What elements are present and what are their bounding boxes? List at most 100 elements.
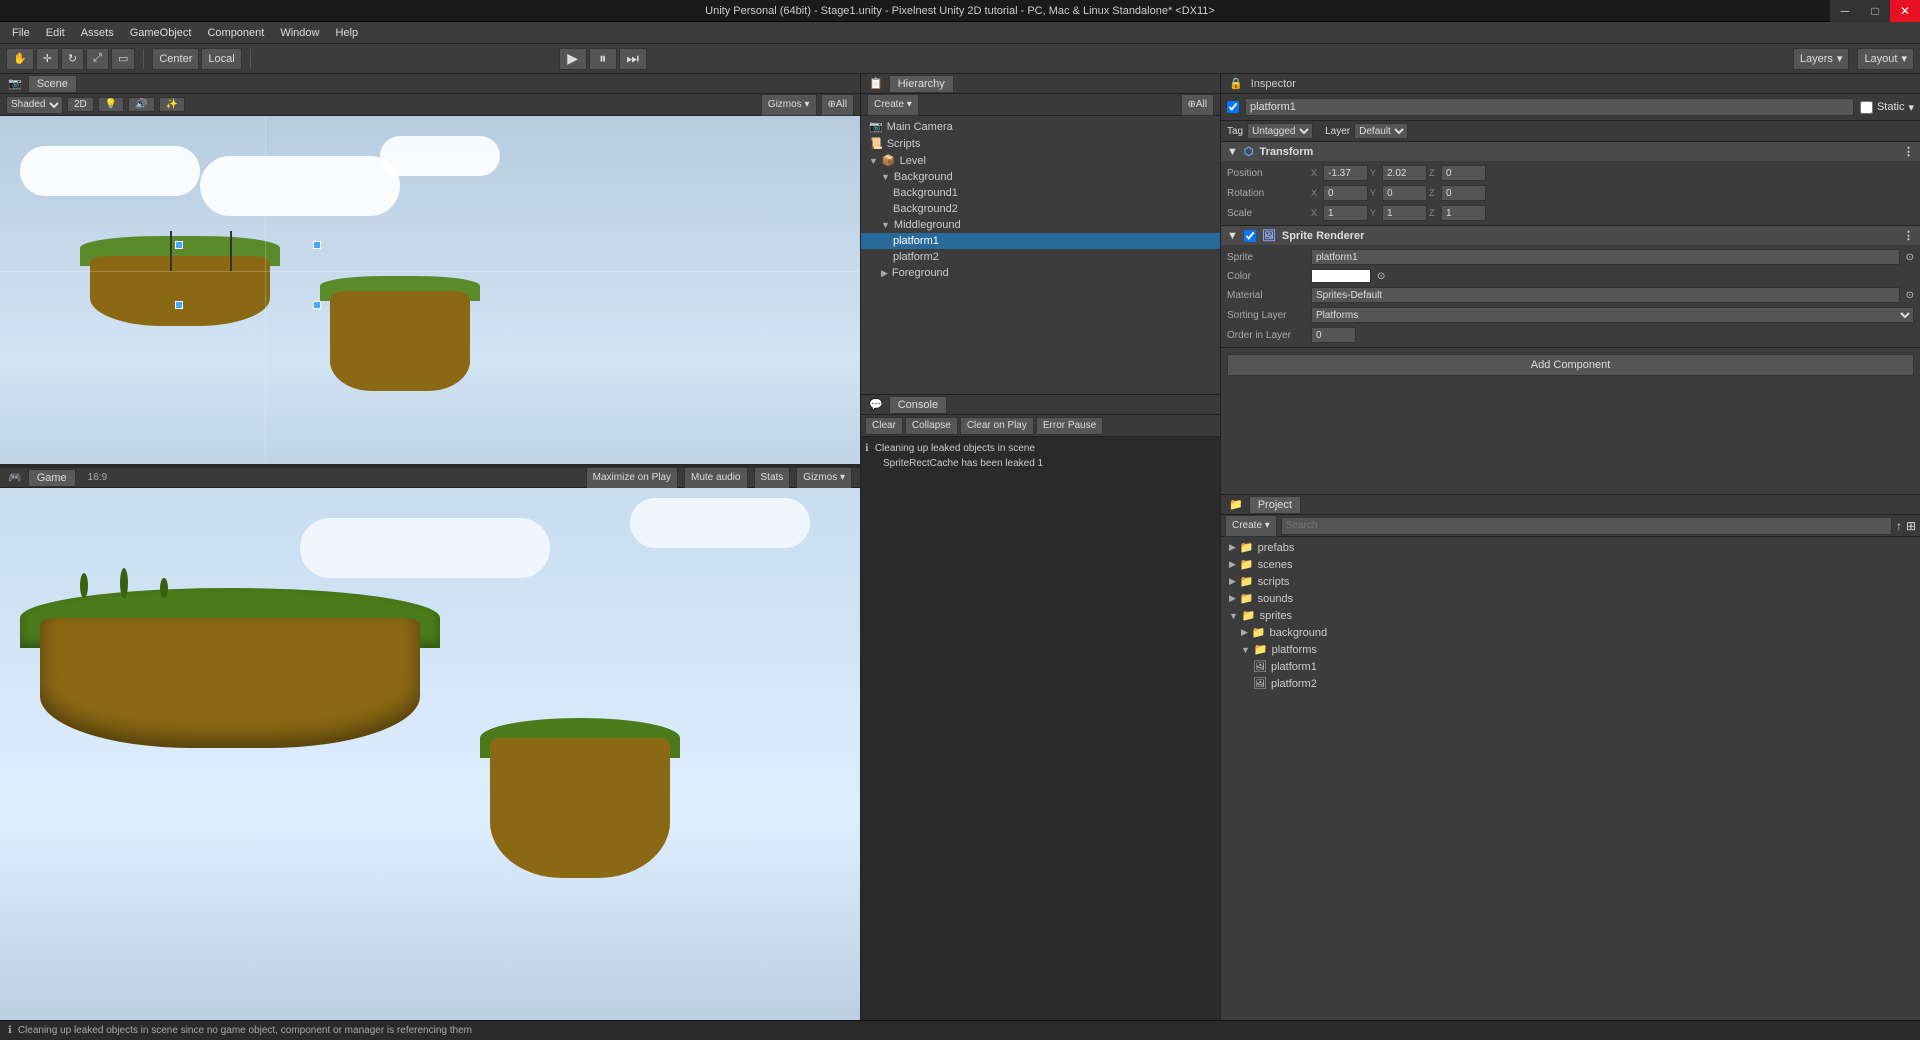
proj-scripts[interactable]: ▶ 📁 scripts	[1221, 573, 1920, 590]
menu-assets[interactable]: Assets	[73, 25, 122, 41]
add-component-button[interactable]: Add Component	[1227, 354, 1914, 376]
handle2[interactable]	[313, 241, 321, 249]
mute-audio-btn[interactable]: Mute audio	[684, 467, 747, 489]
pause-button[interactable]: ⏸	[589, 48, 617, 70]
hier-background1[interactable]: Background1	[861, 185, 1220, 201]
hier-main-camera[interactable]: 📷 Main Camera	[861, 118, 1220, 135]
proj-prefabs[interactable]: ▶ 📁 prefabs	[1221, 539, 1920, 556]
proj-sprites[interactable]: ▼ 📁 sprites	[1221, 607, 1920, 624]
color-swatch[interactable]	[1311, 269, 1371, 283]
proj-sounds[interactable]: ▶ 📁 sounds	[1221, 590, 1920, 607]
rot-x-field[interactable]	[1323, 185, 1368, 201]
transform-menu-icon[interactable]: ⋮	[1903, 145, 1914, 158]
scale-y-field[interactable]	[1382, 205, 1427, 221]
hierarchy-all-btn[interactable]: ⊕All	[1181, 94, 1215, 116]
handle1[interactable]	[175, 241, 183, 249]
game-tab[interactable]: Game	[28, 469, 76, 487]
menu-file[interactable]: File	[4, 25, 38, 41]
hier-background[interactable]: ▼ Background	[861, 169, 1220, 185]
pos-z-field[interactable]	[1441, 165, 1486, 181]
scale-x-field[interactable]	[1323, 205, 1368, 221]
sorting-layer-dropdown[interactable]: Platforms	[1311, 307, 1914, 323]
error-pause-button[interactable]: Error Pause	[1036, 417, 1103, 435]
sort-descending-icon[interactable]: ⊞	[1906, 519, 1916, 533]
local-button[interactable]: Local	[201, 48, 241, 70]
hierarchy-create-btn[interactable]: Create ▾	[867, 94, 919, 116]
stats-btn[interactable]: Stats	[754, 467, 791, 489]
material-field[interactable]	[1311, 287, 1900, 303]
handle4[interactable]	[313, 301, 321, 309]
shaded-dropdown[interactable]: Shaded	[6, 96, 63, 114]
layout-dropdown[interactable]: Layout ▾	[1857, 48, 1914, 70]
proj-platform1[interactable]: 🖼 platform1	[1221, 658, 1920, 675]
pos-x-field[interactable]	[1323, 165, 1368, 181]
proj-background[interactable]: ▶ 📁 background	[1221, 624, 1920, 641]
menu-gameobject[interactable]: GameObject	[122, 25, 200, 41]
hierarchy-tab[interactable]: Hierarchy	[889, 75, 954, 93]
maximize-button[interactable]: □	[1860, 0, 1890, 22]
console-tab[interactable]: Console	[889, 396, 947, 414]
scale-z-field[interactable]	[1441, 205, 1486, 221]
object-active-checkbox[interactable]	[1227, 101, 1239, 113]
layers-dropdown[interactable]: Layers ▾	[1793, 48, 1850, 70]
play-button[interactable]: ▶	[559, 48, 587, 70]
tag-dropdown[interactable]: Untagged	[1247, 123, 1313, 139]
scale-tool[interactable]: ⤢	[86, 48, 109, 70]
scene-viewport[interactable]	[0, 116, 860, 464]
sprite-target-icon[interactable]: ⊙	[1906, 252, 1914, 263]
game-viewport[interactable]	[0, 488, 860, 1040]
proj-platform2[interactable]: 🖼 platform2	[1221, 675, 1920, 692]
hier-middleground[interactable]: ▼ Middleground	[861, 217, 1220, 233]
step-button[interactable]: ⏭	[619, 48, 647, 70]
proj-platforms[interactable]: ▼ 📁 platforms	[1221, 641, 1920, 658]
rot-y-field[interactable]	[1382, 185, 1427, 201]
gizmos-button[interactable]: Gizmos ▾	[761, 94, 817, 116]
hier-scripts[interactable]: 📜 Scripts	[861, 135, 1220, 152]
hier-platform2[interactable]: platform2	[861, 249, 1220, 265]
close-button[interactable]: ✕	[1890, 0, 1920, 22]
clear-on-play-button[interactable]: Clear on Play	[960, 417, 1034, 435]
handle3[interactable]	[175, 301, 183, 309]
material-target-icon[interactable]: ⊙	[1906, 290, 1914, 301]
rotate-tool[interactable]: ↻	[61, 48, 84, 70]
minimize-button[interactable]: ─	[1830, 0, 1860, 22]
hand-tool[interactable]: ✋	[6, 48, 34, 70]
scene-light-btn[interactable]: 💡	[98, 97, 124, 112]
collapse-button[interactable]: Collapse	[905, 417, 958, 435]
scene-tab[interactable]: Scene	[28, 75, 77, 93]
inspector-tab[interactable]: Inspector	[1251, 78, 1296, 90]
layer-dropdown[interactable]: Default	[1354, 123, 1408, 139]
move-tool[interactable]: ✛	[36, 48, 59, 70]
clear-button[interactable]: Clear	[865, 417, 903, 435]
hier-platform1[interactable]: platform1	[861, 233, 1220, 249]
center-button[interactable]: Center	[152, 48, 199, 70]
menu-window[interactable]: Window	[272, 25, 327, 41]
color-expand-icon[interactable]: ⊙	[1377, 271, 1385, 282]
sprite-field[interactable]	[1311, 249, 1900, 265]
rect-tool[interactable]: ▭	[111, 48, 135, 70]
scene-audio-btn[interactable]: 🔊	[128, 97, 154, 112]
project-tab[interactable]: Project	[1249, 496, 1301, 514]
menu-component[interactable]: Component	[199, 25, 272, 41]
scene-fx-btn[interactable]: ✨	[159, 97, 185, 112]
sprite-renderer-menu-icon[interactable]: ⋮	[1903, 229, 1914, 242]
project-create-btn[interactable]: Create ▾	[1225, 515, 1277, 537]
pos-y-field[interactable]	[1382, 165, 1427, 181]
sprite-renderer-header[interactable]: ▼ 🖼 Sprite Renderer ⋮	[1221, 226, 1920, 245]
hier-level[interactable]: ▼ 📦 Level	[861, 152, 1220, 169]
sprite-renderer-checkbox[interactable]	[1244, 230, 1256, 242]
order-in-layer-field[interactable]	[1311, 327, 1356, 343]
hier-foreground[interactable]: ▶ Foreground	[861, 265, 1220, 281]
hier-background2[interactable]: Background2	[861, 201, 1220, 217]
transform-header[interactable]: ▼ ⬡ Transform ⋮	[1221, 142, 1920, 161]
scene-2d-btn[interactable]: 2D	[67, 97, 94, 112]
game-gizmos-btn[interactable]: Gizmos ▾	[796, 467, 852, 489]
static-checkbox[interactable]	[1860, 101, 1873, 114]
project-search-input[interactable]	[1281, 517, 1892, 535]
menu-help[interactable]: Help	[327, 25, 366, 41]
sort-ascending-icon[interactable]: ↑	[1896, 519, 1902, 533]
menu-edit[interactable]: Edit	[38, 25, 73, 41]
proj-scenes[interactable]: ▶ 📁 scenes	[1221, 556, 1920, 573]
rot-z-field[interactable]	[1441, 185, 1486, 201]
maximize-on-play-btn[interactable]: Maximize on Play	[586, 467, 678, 489]
